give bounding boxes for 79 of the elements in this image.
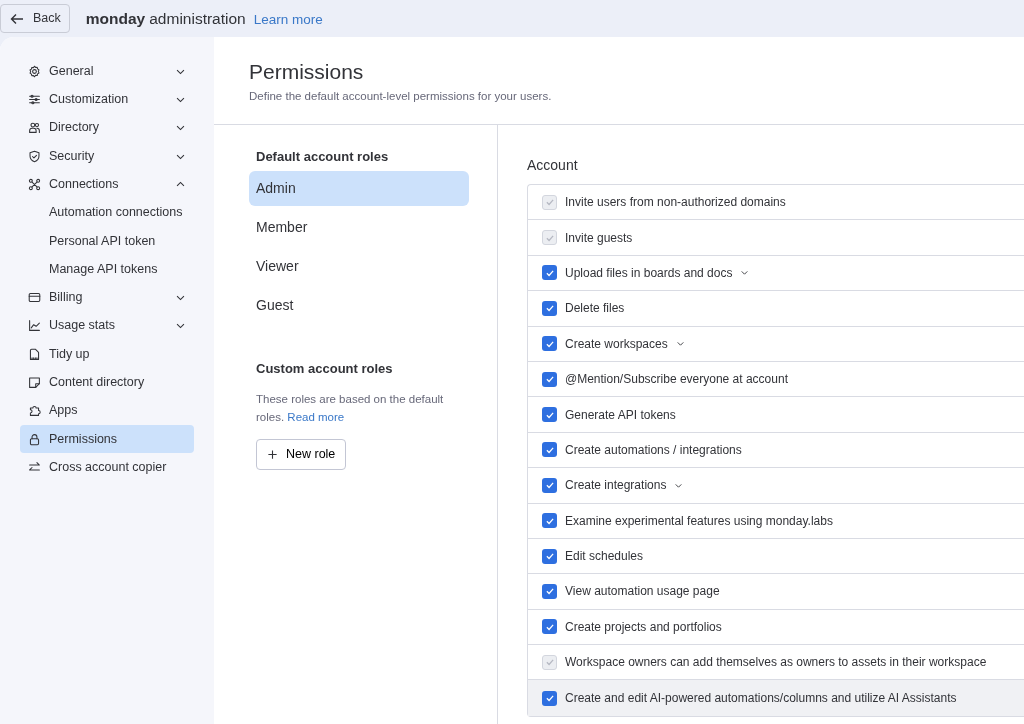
permission-label: Examine experimental features using monday.labs bbox=[565, 512, 833, 530]
sidebar-item[interactable]: Customization bbox=[20, 85, 194, 114]
role-item[interactable]: Admin bbox=[249, 170, 469, 206]
permission-label: Edit schedules bbox=[565, 548, 644, 566]
note-icon bbox=[28, 375, 41, 389]
check-icon bbox=[544, 480, 555, 491]
card-icon bbox=[28, 291, 41, 304]
permission-label: Generate API tokens bbox=[565, 406, 676, 424]
permission-label: Create integrations bbox=[565, 477, 667, 495]
back-button[interactable]: Back bbox=[0, 4, 70, 33]
permission-label: View automation usage page bbox=[565, 583, 720, 601]
plus-icon bbox=[267, 448, 278, 460]
checkbox[interactable] bbox=[542, 336, 557, 352]
permission-label: Delete files bbox=[565, 300, 625, 318]
sidebar-item[interactable]: Security bbox=[20, 141, 194, 171]
permission-label: Create projects and portfolios bbox=[565, 618, 722, 636]
sidebar-subitem[interactable]: Manage API tokens bbox=[20, 255, 194, 284]
checkbox[interactable] bbox=[542, 690, 557, 706]
sidebar-item[interactable]: General bbox=[20, 57, 194, 86]
role-item[interactable]: Guest bbox=[249, 287, 469, 323]
learn-more-link[interactable]: Learn more bbox=[253, 9, 323, 31]
gear-icon bbox=[28, 64, 41, 78]
sidebar-item[interactable]: Tidy up bbox=[20, 339, 194, 369]
check-icon bbox=[544, 586, 555, 597]
sidebar-subitem[interactable]: Automation connections bbox=[20, 198, 194, 227]
page-title: administration bbox=[149, 8, 246, 29]
document-icon bbox=[28, 347, 41, 361]
checkbox[interactable] bbox=[542, 371, 557, 387]
expand-chevron-icon[interactable] bbox=[675, 339, 685, 349]
sidebar-item[interactable]: Connections bbox=[20, 170, 194, 199]
new-role-button[interactable]: New role bbox=[256, 438, 347, 470]
permission-label: Create workspaces bbox=[565, 335, 668, 353]
sidebar-item[interactable]: Apps bbox=[20, 396, 194, 425]
role-item[interactable]: Member bbox=[249, 209, 469, 245]
checkbox[interactable] bbox=[542, 619, 557, 635]
read-more-link[interactable]: Read more bbox=[287, 411, 345, 424]
check-icon bbox=[544, 374, 555, 385]
sidebar-item[interactable]: Cross account copier bbox=[20, 453, 194, 482]
checkbox[interactable] bbox=[542, 584, 557, 599]
checkbox[interactable] bbox=[542, 265, 557, 281]
page-subtitle: Define the default account-level permissions for your users. bbox=[249, 89, 553, 105]
checkbox[interactable] bbox=[542, 442, 557, 458]
lock-icon bbox=[28, 432, 41, 446]
people-icon bbox=[28, 121, 41, 135]
permission-label: Upload files in boards and docs bbox=[565, 264, 733, 282]
role-item[interactable]: Viewer bbox=[249, 248, 469, 284]
permission-label: Invite guests bbox=[565, 229, 633, 247]
section-heading: Account bbox=[527, 156, 579, 175]
check-icon bbox=[544, 303, 555, 314]
sliders-icon bbox=[28, 92, 41, 106]
puzzle-icon bbox=[28, 404, 41, 418]
section-heading: Custom account roles bbox=[256, 359, 394, 378]
check-icon bbox=[544, 551, 555, 562]
section-heading: Default account roles bbox=[256, 148, 390, 166]
permission-label: Invite users from non-authorized domains bbox=[565, 194, 786, 212]
sidebar-item[interactable]: Content directory bbox=[20, 368, 194, 397]
expand-chevron-icon[interactable] bbox=[740, 268, 750, 278]
chart-icon bbox=[28, 319, 41, 333]
checkbox[interactable] bbox=[542, 300, 557, 316]
sidebar-item[interactable]: Usage stats bbox=[20, 311, 194, 340]
brand-name: monday bbox=[85, 8, 146, 29]
permission-label: Create and edit AI-powered automations/columns and utilize AI Assistants bbox=[565, 690, 957, 708]
sidebar-item[interactable]: Billing bbox=[20, 283, 194, 312]
custom-roles-description: These roles are based on the default roles. Read more bbox=[256, 392, 445, 426]
check-icon bbox=[544, 693, 555, 704]
permission-label: Workspace owners can add themselves as owners to assets in their workspace bbox=[565, 654, 987, 672]
sidebar-subitem[interactable]: Personal API token bbox=[20, 226, 194, 256]
checkbox[interactable] bbox=[542, 477, 557, 493]
sidebar-item[interactable]: Directory bbox=[20, 113, 194, 142]
permission-label: @Mention/Subscribe everyone at account bbox=[565, 371, 788, 389]
sidebar-item[interactable]: Permissions bbox=[20, 424, 194, 454]
checkbox[interactable] bbox=[542, 513, 557, 529]
checkbox[interactable] bbox=[542, 407, 557, 423]
shield-icon bbox=[28, 149, 41, 163]
checkbox[interactable] bbox=[542, 548, 557, 564]
nodes-icon bbox=[28, 177, 41, 191]
swap-arrows-icon bbox=[28, 460, 41, 474]
page-heading: Permissions bbox=[249, 59, 365, 85]
permission-label: Create automations / integrations bbox=[565, 441, 742, 459]
